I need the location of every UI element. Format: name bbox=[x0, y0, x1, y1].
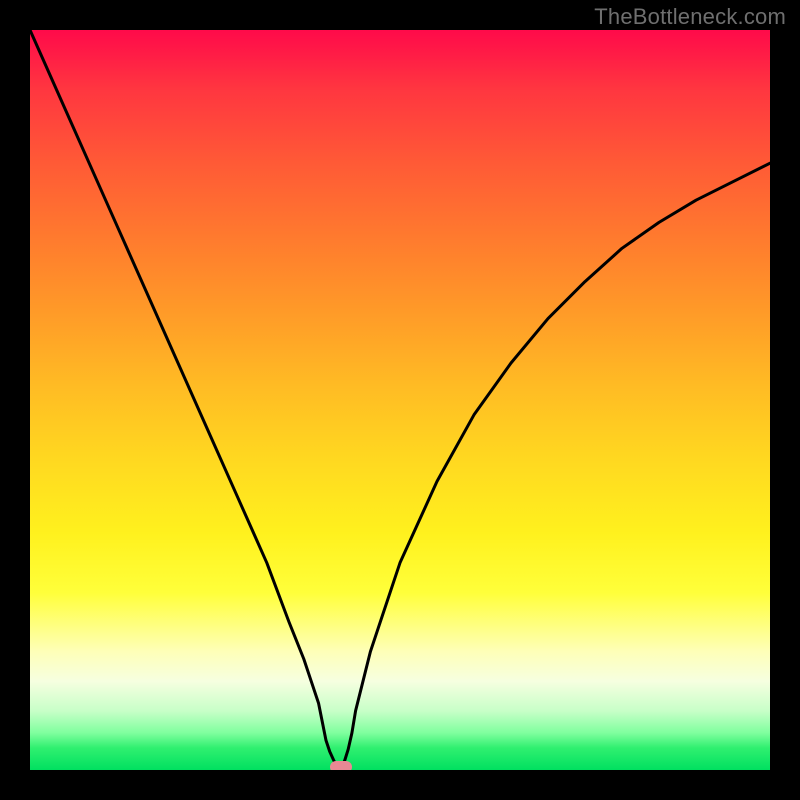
chart-frame: TheBottleneck.com bbox=[0, 0, 800, 800]
bottleneck-curve bbox=[30, 30, 770, 767]
watermark-text: TheBottleneck.com bbox=[594, 4, 786, 30]
plot-area bbox=[30, 30, 770, 770]
minimum-marker bbox=[330, 761, 352, 770]
curve-svg bbox=[30, 30, 770, 770]
